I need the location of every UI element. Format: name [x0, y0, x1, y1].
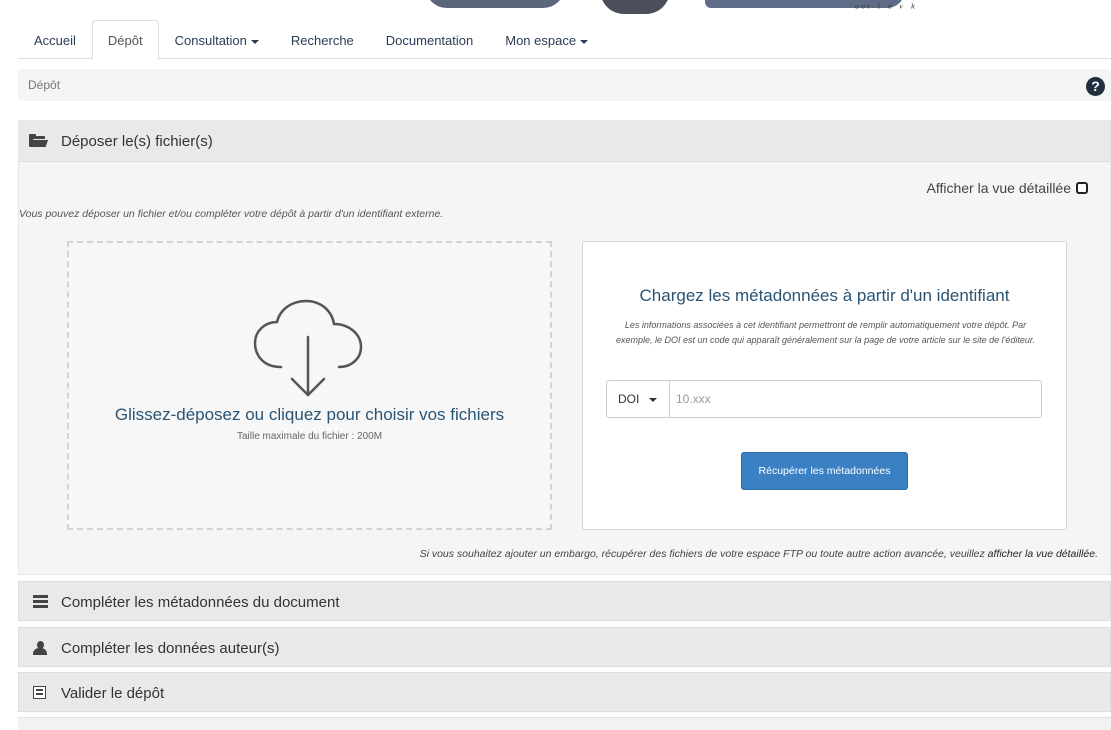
- checkbox-icon[interactable]: [1076, 182, 1088, 194]
- header-banner: ᵃᵉᵗ ˡ ᵉ ᵛ ᵏ: [0, 0, 1111, 22]
- breadcrumb: Dépôt ?: [18, 69, 1111, 101]
- detailed-view-label: Afficher la vue détaillée: [926, 180, 1072, 196]
- tab-documentation[interactable]: Documentation: [370, 20, 489, 59]
- breadcrumb-current: Dépôt: [28, 78, 61, 92]
- banner-logo-fragment: [425, 0, 565, 8]
- detailed-view-link[interactable]: afficher la vue détaillée: [988, 548, 1095, 560]
- metadata-box-title: Chargez les métadonnées à partir d'un id…: [639, 286, 1010, 305]
- tab-consultation[interactable]: Consultation: [159, 20, 275, 59]
- identifier-input-group: DOI: [606, 380, 1042, 418]
- identifier-input[interactable]: [670, 381, 1041, 417]
- section-label: Valider le dépôt: [61, 685, 165, 702]
- identifier-type-value: DOI: [618, 392, 640, 406]
- embargo-text: Si vous souhaitez ajouter un embargo, ré…: [419, 548, 988, 560]
- section-document-metadata[interactable]: Compléter les métadonnées du document: [18, 581, 1111, 621]
- detailed-view-toggle[interactable]: Afficher la vue détaillée: [926, 180, 1088, 196]
- section-label: Compléter les données auteur(s): [61, 640, 280, 657]
- list-icon: [33, 595, 48, 608]
- deposit-files-panel: Déposer le(s) fichier(s) Afficher la vue…: [18, 120, 1111, 575]
- caret-down-icon: [250, 39, 259, 44]
- tab-depot[interactable]: Dépôt: [91, 20, 159, 60]
- tab-recherche[interactable]: Recherche: [275, 20, 370, 59]
- user-icon: [33, 641, 47, 655]
- tab-label: Dépôt: [107, 33, 143, 48]
- next-section-strip: [18, 717, 1111, 730]
- tab-mon-espace[interactable]: Mon espace: [489, 20, 604, 59]
- fetch-metadata-button[interactable]: Récupérer les métadonnées: [741, 452, 908, 490]
- tab-label: Documentation: [385, 33, 474, 48]
- file-dropzone[interactable]: Glissez-déposez ou cliquez pour choisir …: [67, 241, 552, 530]
- section-authors[interactable]: Compléter les données auteur(s): [18, 627, 1111, 667]
- main-nav: Accueil Dépôt Consultation Recherche Doc…: [18, 20, 1111, 60]
- embargo-end: .: [1095, 548, 1098, 560]
- deposit-files-header[interactable]: Déposer le(s) fichier(s): [19, 121, 1110, 162]
- metadata-box-description: Les informations associées à cet identif…: [615, 320, 1036, 345]
- metadata-identifier-box: Chargez les métadonnées à partir d'un id…: [582, 241, 1067, 530]
- banner-signature: ᵃᵉᵗ ˡ ᵉ ᵛ ᵏ: [855, 2, 918, 15]
- intro-text: Vous pouvez déposer un fichier et/ou com…: [19, 208, 444, 220]
- dropzone-max-size: Taille maximale du fichier : 200M: [236, 431, 383, 442]
- caret-down-icon: [580, 39, 589, 44]
- tab-accueil[interactable]: Accueil: [18, 20, 92, 59]
- tab-label: Recherche: [290, 33, 354, 48]
- dropzone-title: Glissez-déposez ou cliquez pour choisir …: [114, 405, 505, 424]
- tab-label: Mon espace: [505, 33, 577, 48]
- form-icon: [33, 686, 46, 699]
- identifier-type-select[interactable]: DOI: [607, 381, 670, 417]
- banner-logo-fragment: [600, 0, 670, 14]
- embargo-note: Si vous souhaitez ajouter un embargo, ré…: [420, 548, 1098, 560]
- folder-open-icon: [29, 134, 49, 147]
- tab-label: Consultation: [174, 33, 247, 48]
- section-validate[interactable]: Valider le dépôt: [18, 672, 1111, 712]
- caret-down-icon: [649, 397, 658, 402]
- cloud-download-icon: [253, 299, 363, 397]
- tab-label: Accueil: [34, 33, 76, 48]
- help-icon[interactable]: ?: [1086, 77, 1105, 96]
- panel-title: Déposer le(s) fichier(s): [61, 133, 213, 150]
- section-label: Compléter les métadonnées du document: [61, 594, 340, 611]
